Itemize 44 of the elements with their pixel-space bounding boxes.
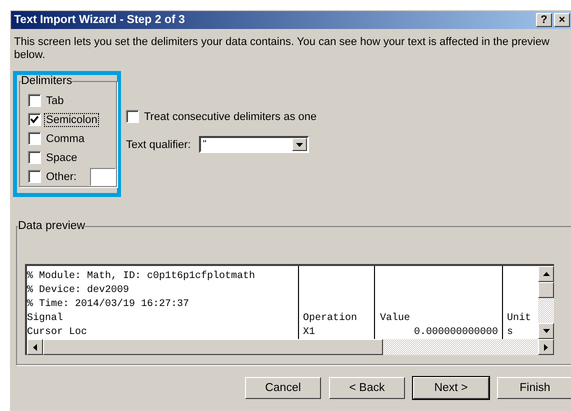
scroll-right-icon[interactable] <box>538 339 554 355</box>
table-cell: Unit <box>507 313 532 324</box>
help-button[interactable]: ? <box>536 13 552 27</box>
dialog-button[interactable]: Next > <box>413 377 489 399</box>
dialog-button[interactable]: Finish <box>497 377 571 399</box>
checkbox[interactable] <box>28 113 41 126</box>
checkbox-label[interactable]: Other: <box>45 170 78 182</box>
description-text: This screen lets you set the delimiters your data contains. You can see how your text is affected in the preview below. <box>14 36 550 62</box>
checkbox-label[interactable]: Comma <box>45 132 86 144</box>
dialog-button[interactable]: Cancel <box>245 377 321 399</box>
checkbox-label[interactable]: Semicolon <box>45 114 98 126</box>
checkbox[interactable] <box>126 110 139 123</box>
table-cell: % Module: Math, ID: c0p1t6p1cfplotmath <box>27 271 256 282</box>
group-title: Delimiters <box>21 75 72 87</box>
scroll-left-icon[interactable] <box>27 339 43 355</box>
other-field[interactable] <box>90 168 116 186</box>
table-cell: Signal <box>27 313 64 324</box>
table-cell: Cursor Loc <box>27 327 88 338</box>
group-title: Data preview <box>18 220 86 232</box>
scroll-down-icon[interactable] <box>538 323 554 339</box>
scroll-thumb[interactable] <box>538 282 554 298</box>
checkbox[interactable] <box>28 94 41 107</box>
table-cell: % Time: 2014/03/19 16:27:37 <box>27 299 190 310</box>
checkbox-label[interactable]: Space <box>45 152 78 164</box>
scroll-thumb[interactable] <box>43 339 383 355</box>
table-cell: Operation <box>303 313 358 324</box>
horizontal-scrollbar[interactable] <box>25 339 554 355</box>
vertical-scrollbar[interactable] <box>538 266 554 339</box>
table-cell: % Device: dev2009 <box>27 285 130 296</box>
close-button[interactable]: × <box>554 13 570 27</box>
checkbox[interactable] <box>28 151 41 164</box>
table-cell: 0.000000000000 <box>414 327 498 338</box>
table-cell: Value <box>380 313 410 324</box>
table-cell: s <box>507 327 514 338</box>
checkbox[interactable] <box>28 132 41 145</box>
scroll-up-icon[interactable] <box>538 266 554 282</box>
dialog-button[interactable]: < Back <box>329 377 405 399</box>
window-title: Text Import Wizard - Step 2 of 3 <box>14 14 185 26</box>
qualifier-dropdown[interactable]: " <box>198 136 309 153</box>
checkbox-label[interactable]: Tab <box>45 94 65 106</box>
checkbox-label[interactable]: Treat consecutive delimiters as one <box>143 110 318 122</box>
table-cell: X1 <box>303 327 316 338</box>
qualifier-label: Text qualifier: <box>126 138 191 150</box>
checkbox[interactable] <box>28 170 41 183</box>
